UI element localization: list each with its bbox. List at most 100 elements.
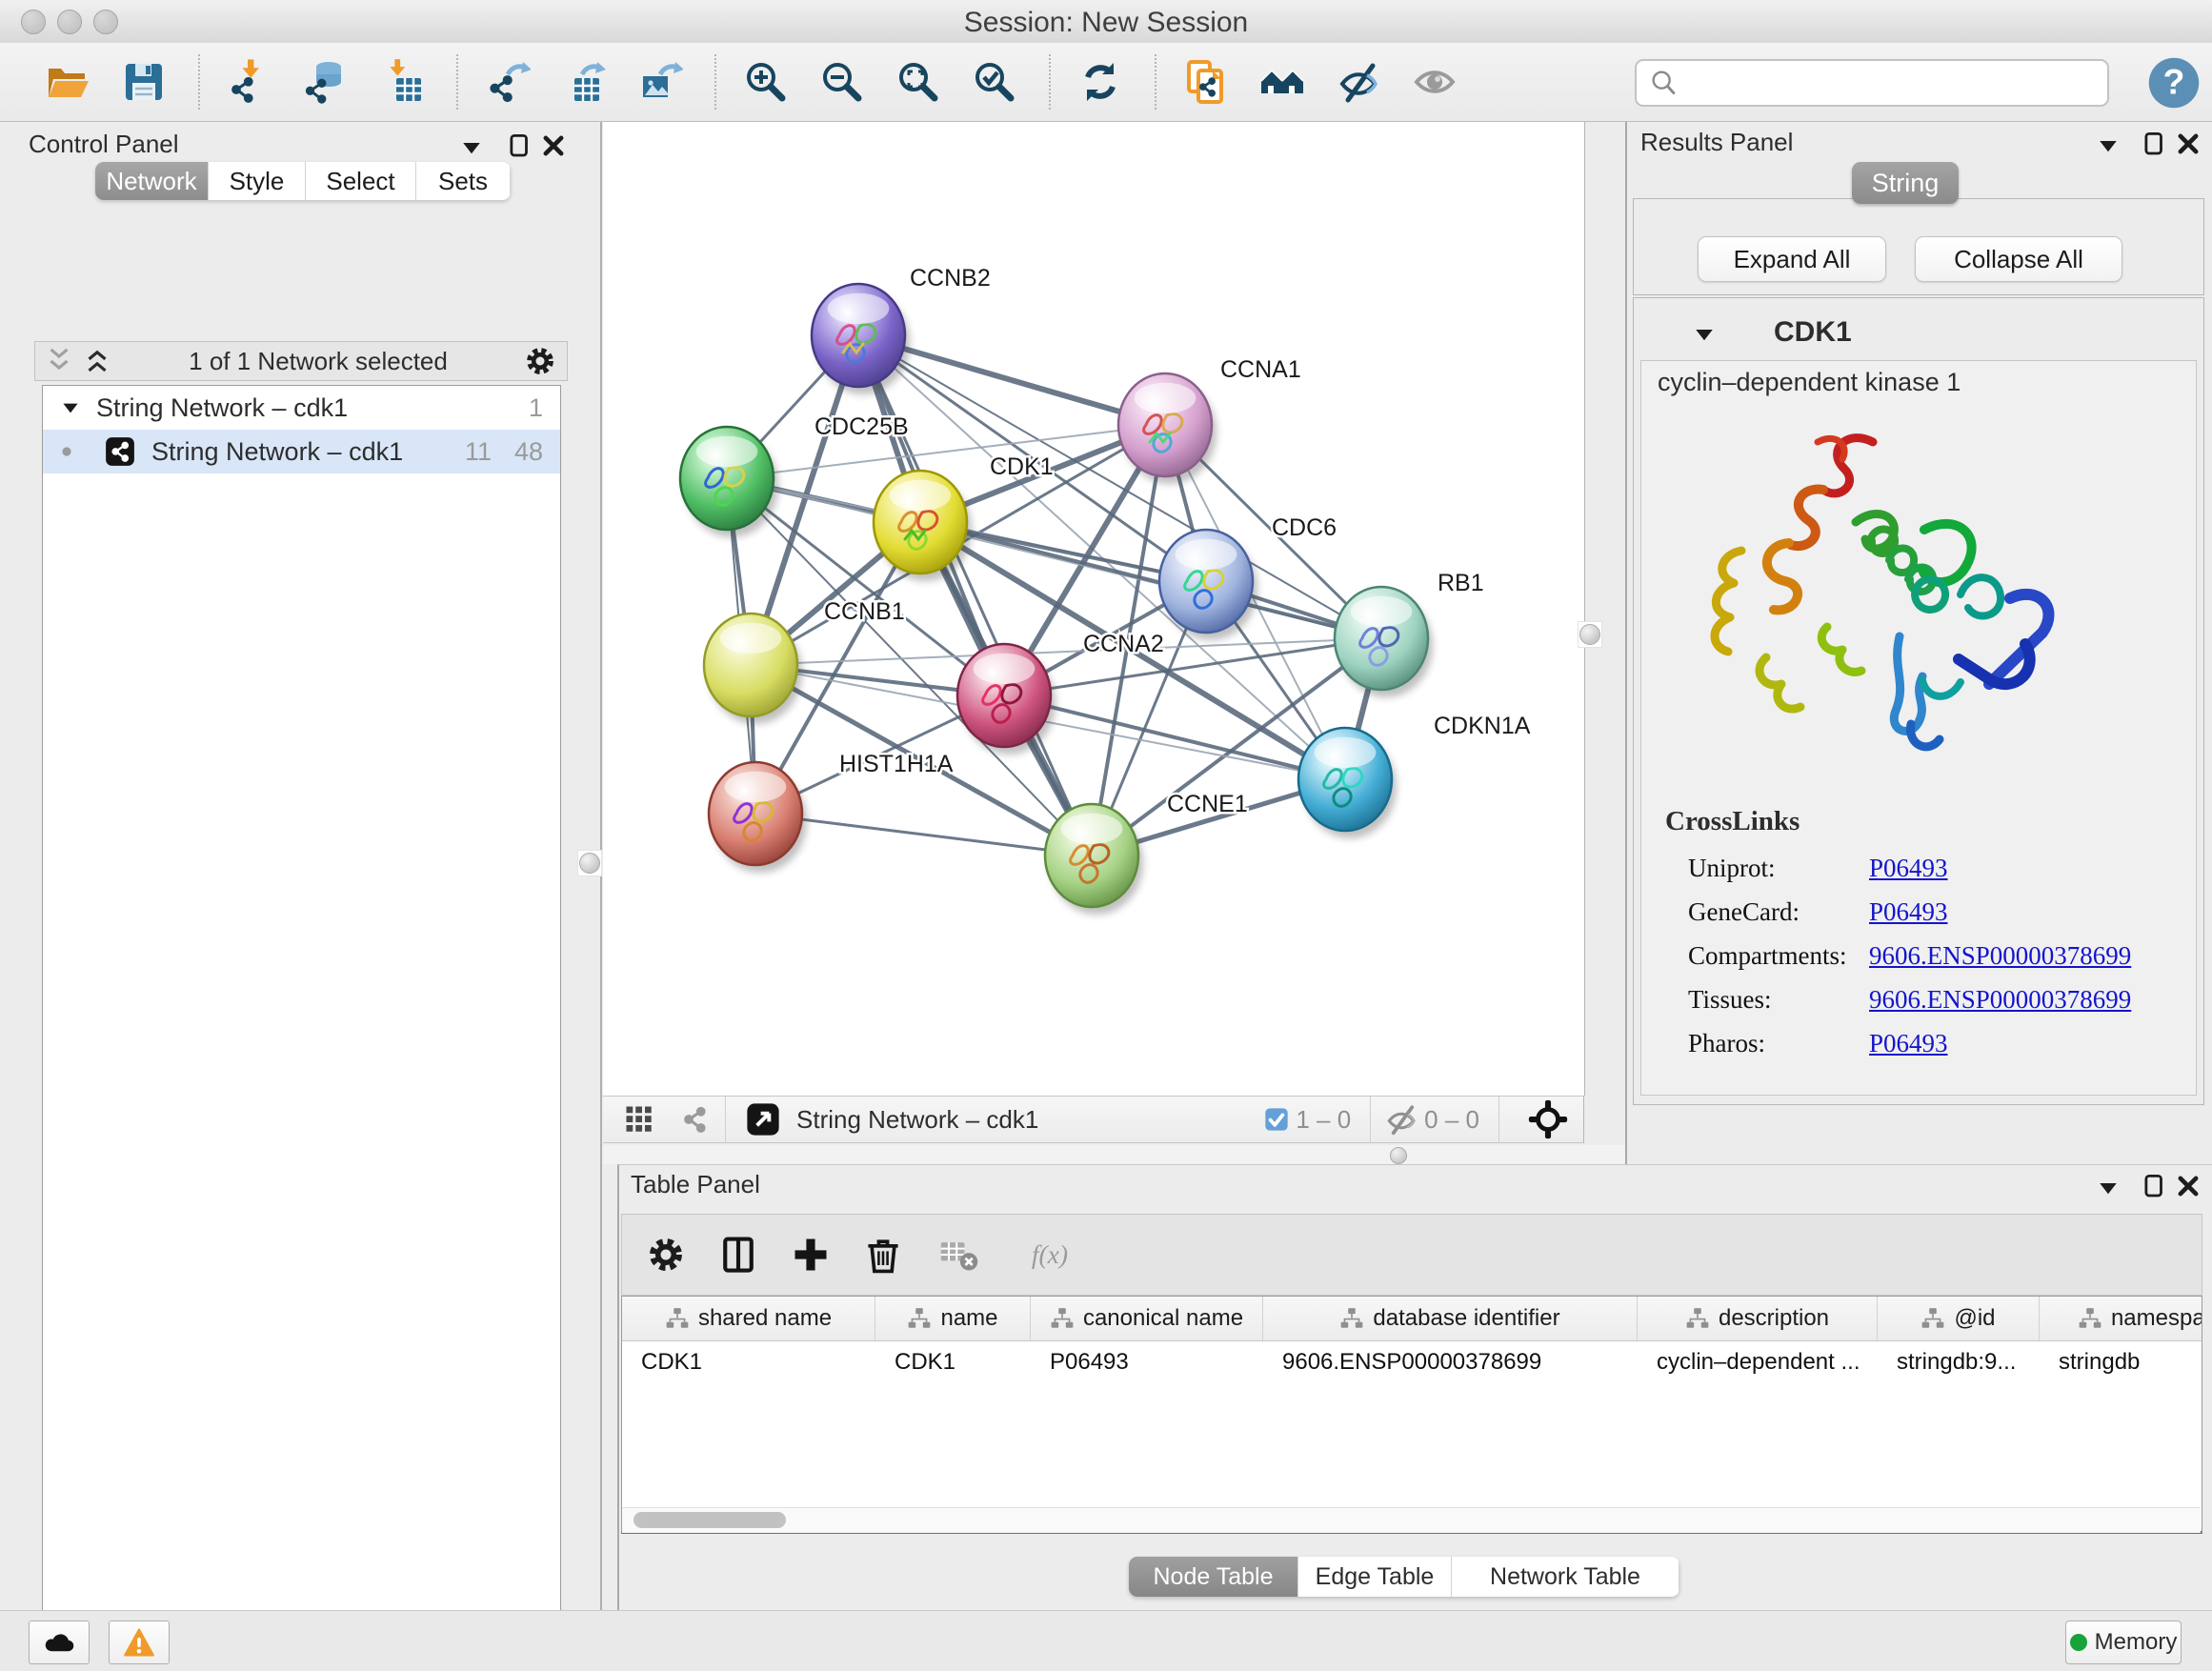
save-session-button[interactable] xyxy=(114,52,173,111)
node-cdkn1a[interactable] xyxy=(1298,728,1397,838)
node-cdc25b[interactable] xyxy=(680,427,778,537)
hidden-eye-icon[interactable] xyxy=(1384,1102,1418,1137)
splitter-handle[interactable] xyxy=(1390,1147,1407,1164)
table-options-gear-icon[interactable] xyxy=(645,1234,687,1276)
tab-style[interactable]: Style xyxy=(209,162,306,200)
table-horizontal-scrollbar[interactable] xyxy=(622,1507,2201,1533)
zoom-fit-content-button[interactable] xyxy=(889,52,948,111)
horizontal-splitter[interactable] xyxy=(603,1145,1625,1164)
expand-all-button[interactable]: Expand All xyxy=(1698,236,1886,282)
neighbors-icon xyxy=(1259,59,1305,105)
crosslink-link[interactable]: 9606.ENSP00000378699 xyxy=(1869,985,2131,1015)
node-table[interactable]: shared namenamecanonical namedatabase id… xyxy=(621,1296,2202,1534)
table-cell[interactable]: P06493 xyxy=(1031,1349,1263,1376)
network-list-options-gear-icon[interactable] xyxy=(523,344,557,378)
gene-expander-icon[interactable] xyxy=(1690,320,1719,349)
open-session-button[interactable] xyxy=(38,52,97,111)
export-table-button[interactable] xyxy=(554,52,613,111)
tab-node-table[interactable]: Node Table xyxy=(1129,1557,1298,1597)
navigate-crosshair-icon[interactable] xyxy=(1528,1099,1568,1139)
cloud-status-button[interactable] xyxy=(29,1621,90,1664)
column-header-database-identifier[interactable]: database identifier xyxy=(1263,1297,1638,1340)
import-network-from-file-button[interactable] xyxy=(220,52,279,111)
left-splitter-handle[interactable] xyxy=(577,850,602,876)
zoom-selected-button[interactable] xyxy=(965,52,1024,111)
search-input[interactable] xyxy=(1688,69,2107,97)
show-columns-icon[interactable] xyxy=(717,1234,759,1276)
results-panel-collapse-icon[interactable] xyxy=(2094,131,2122,160)
delete-column-icon[interactable] xyxy=(862,1234,904,1276)
right-splitter-handle[interactable] xyxy=(1578,621,1602,648)
table-cell[interactable]: CDK1 xyxy=(875,1349,1031,1376)
network-from-clipboard-button[interactable] xyxy=(1176,52,1236,111)
tab-network-table[interactable]: Network Table xyxy=(1452,1557,1679,1597)
column-header-name[interactable]: name xyxy=(875,1297,1031,1340)
network-collection-row[interactable]: String Network – cdk1 1 xyxy=(43,386,560,430)
zoom-out-button[interactable] xyxy=(813,52,872,111)
selected-nodes-checkbox[interactable] xyxy=(1263,1106,1290,1133)
table-cell[interactable]: cyclin–dependent ... xyxy=(1638,1349,1878,1376)
tab-network[interactable]: Network xyxy=(95,162,209,200)
node-ccna2[interactable] xyxy=(957,644,1056,755)
node-ccnb1[interactable] xyxy=(704,614,802,724)
column-header-shared-name[interactable]: shared name xyxy=(622,1297,875,1340)
tab-sets[interactable]: Sets xyxy=(416,162,511,200)
node-hist1h1a[interactable] xyxy=(709,762,807,873)
node-cdk1[interactable] xyxy=(874,471,972,581)
crosslink-label: GeneCard: xyxy=(1688,897,1869,927)
network-graph[interactable]: CCNB2CCNA1CDC25BCDK1CDC6RB1CCNB1CCNA2CDK… xyxy=(603,122,1584,1096)
network-overview-icon[interactable] xyxy=(677,1102,712,1137)
column-header--id[interactable]: @id xyxy=(1878,1297,2040,1340)
export-image-button[interactable] xyxy=(631,52,690,111)
network-row[interactable]: String Network – cdk1 11 48 xyxy=(43,430,560,473)
add-column-icon[interactable] xyxy=(790,1234,832,1276)
first-neighbors-button[interactable] xyxy=(1253,52,1312,111)
birds-eye-view-toggle[interactable] xyxy=(745,1101,781,1137)
column-type-icon xyxy=(665,1306,690,1331)
zoom-in-button[interactable] xyxy=(736,52,795,111)
crosslink-link[interactable]: 9606.ENSP00000378699 xyxy=(1869,941,2131,971)
node-ccna1[interactable] xyxy=(1118,373,1217,484)
crosslink-link[interactable]: P06493 xyxy=(1869,897,1948,927)
column-header-canonical-name[interactable]: canonical name xyxy=(1031,1297,1263,1340)
control-panel-float-icon[interactable] xyxy=(505,131,533,160)
table-cell[interactable]: 9606.ENSP00000378699 xyxy=(1263,1349,1638,1376)
import-table-from-file-button[interactable] xyxy=(372,52,432,111)
memory-button[interactable]: Memory xyxy=(2065,1621,2182,1664)
help-button[interactable]: ? xyxy=(2145,54,2202,111)
results-tab-string[interactable]: String xyxy=(1852,162,1959,204)
hide-selected-button[interactable] xyxy=(1329,52,1388,111)
column-header-description[interactable]: description xyxy=(1638,1297,1878,1340)
network-view-canvas[interactable]: CCNB2CCNA1CDC25BCDK1CDC6RB1CCNB1CCNA2CDK… xyxy=(603,122,1585,1096)
scrollbar-thumb[interactable] xyxy=(633,1512,786,1528)
table-panel-float-icon[interactable] xyxy=(2140,1172,2168,1200)
collapse-all-button[interactable]: Collapse All xyxy=(1915,236,2122,282)
control-panel-close-icon[interactable] xyxy=(539,131,568,160)
tab-select[interactable]: Select xyxy=(306,162,416,200)
collection-expander-icon[interactable] xyxy=(58,395,83,420)
node-ccnb2[interactable] xyxy=(812,284,910,394)
refresh-view-button[interactable] xyxy=(1071,52,1130,111)
column-header-namespace[interactable]: namespace xyxy=(2040,1297,2202,1340)
import-network-from-database-button[interactable] xyxy=(296,52,355,111)
export-network-button[interactable] xyxy=(478,52,537,111)
table-cell[interactable]: stringdb xyxy=(2040,1349,2202,1376)
grid-mode-icon[interactable] xyxy=(622,1102,656,1137)
table-row[interactable]: CDK1CDK1P064939606.ENSP00000378699cyclin… xyxy=(622,1341,2202,1383)
expand-all-icon[interactable] xyxy=(81,345,113,377)
control-panel-collapse-icon[interactable] xyxy=(457,133,486,162)
table-cell[interactable]: stringdb:9... xyxy=(1878,1349,2040,1376)
table-cell[interactable]: CDK1 xyxy=(622,1349,875,1376)
collapse-all-icon[interactable] xyxy=(43,345,75,377)
results-panel-close-icon[interactable] xyxy=(2174,130,2202,158)
table-panel-close-icon[interactable] xyxy=(2174,1172,2202,1200)
tab-edge-table[interactable]: Edge Table xyxy=(1298,1557,1452,1597)
node-ccne1[interactable] xyxy=(1045,804,1143,915)
table-panel-collapse-icon[interactable] xyxy=(2094,1174,2122,1202)
crosslink-link[interactable]: P06493 xyxy=(1869,1029,1948,1058)
show-all-button[interactable] xyxy=(1405,52,1464,111)
warnings-button[interactable] xyxy=(109,1621,170,1664)
results-panel-float-icon[interactable] xyxy=(2140,130,2168,158)
node-rb1[interactable] xyxy=(1335,587,1433,697)
crosslink-link[interactable]: P06493 xyxy=(1869,854,1948,883)
